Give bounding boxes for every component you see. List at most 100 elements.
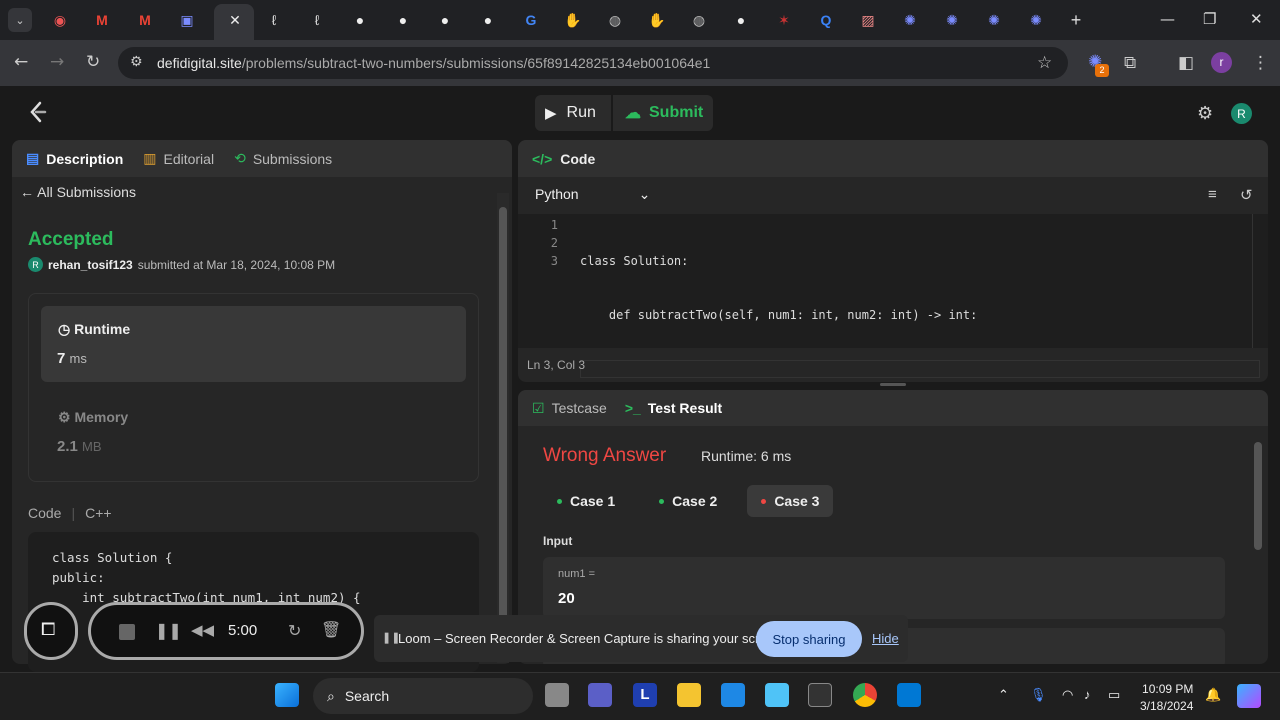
stop-sharing-button[interactable]: Stop sharing (756, 621, 862, 657)
loom-camera-button[interactable]: ⧠ (24, 602, 78, 660)
tab-gear-icon[interactable]: ✺ (984, 10, 1004, 30)
teams-icon[interactable] (588, 683, 612, 707)
language-select[interactable]: Python ⌄ (535, 186, 650, 203)
minimize-icon[interactable]: — (1160, 10, 1175, 28)
tab-test-result[interactable]: >_ Test Result (625, 400, 722, 416)
editor-code[interactable]: class Solution: def subtractTwo(self, nu… (580, 216, 1260, 382)
restore-icon[interactable]: ❐ (1203, 10, 1216, 28)
editor-line: def subtractTwo(self, num1: int, num2: i… (580, 308, 978, 322)
notepad-icon[interactable] (765, 683, 789, 707)
show-hidden-icons-icon[interactable]: ⌃ (998, 687, 1009, 703)
tab-close-icon[interactable]: ✕ (225, 10, 245, 30)
start-icon[interactable] (275, 683, 299, 707)
wifi-icon[interactable]: ◠ (1062, 687, 1073, 703)
tab-google-icon[interactable]: G (521, 10, 541, 30)
submitter-username[interactable]: rehan_tosif123 (48, 258, 133, 272)
extensions-puzzle-icon[interactable]: ⧉ (1124, 53, 1136, 73)
format-icon[interactable]: ≡ (1208, 186, 1217, 203)
taskbar-search[interactable]: ⌕ Search (313, 678, 533, 714)
site-logo-icon[interactable] (26, 100, 50, 124)
cursor-position: Ln 3, Col 3 (527, 358, 586, 372)
reload-icon[interactable]: ↻ (86, 52, 100, 72)
volume-icon[interactable]: ♪ (1084, 687, 1091, 702)
left-scrollbar[interactable] (497, 193, 509, 663)
tab-hand-icon[interactable]: ✋ (563, 10, 583, 30)
tab-testcase[interactable]: ☑ Testcase (532, 400, 607, 417)
notification-bell-icon[interactable]: 🔔 (1205, 687, 1221, 703)
case-tab-3[interactable]: Case 3 (747, 485, 834, 517)
tab-github-icon[interactable]: ● (478, 10, 498, 30)
result-scrollbar[interactable] (1252, 430, 1264, 660)
all-submissions-link[interactable]: ← All Submissions (20, 184, 136, 200)
tab-gear-icon[interactable]: ✺ (1026, 10, 1046, 30)
settings-gear-icon[interactable]: ⚙ (1197, 103, 1213, 124)
left-tabs: ▤ Description ▥ Editorial ⟲ Submissions (12, 140, 512, 177)
reset-icon[interactable]: ↺ (1240, 186, 1253, 204)
tab-record-icon[interactable]: ◉ (50, 10, 70, 30)
site-info-icon[interactable]: ⚙ (130, 54, 143, 70)
microphone-icon[interactable]: 🎙 (1030, 687, 1047, 703)
chevron-down-icon: ⌄ (638, 186, 651, 202)
new-tab-icon[interactable]: + (1066, 10, 1086, 30)
share-message: Loom – Screen Recorder & Screen Capture … (398, 631, 785, 646)
rewind-icon[interactable]: ◀◀ (191, 621, 214, 639)
recording-timer: 5:00 (228, 622, 258, 639)
task-view-icon[interactable] (545, 683, 569, 707)
code-label: Code (28, 505, 62, 521)
mail-icon[interactable] (721, 683, 745, 707)
tab-hand-icon[interactable]: ✋ (647, 10, 667, 30)
case-tab-2[interactable]: Case 2 (645, 485, 731, 517)
browser-menu-icon[interactable]: ⋮ (1252, 53, 1269, 73)
forward-icon[interactable]: → (50, 52, 64, 72)
restart-icon[interactable]: ↻ (288, 621, 301, 641)
tab-github-icon[interactable]: ● (731, 10, 751, 30)
tab-submissions[interactable]: ⟲ Submissions (234, 150, 332, 167)
tab-github-icon[interactable]: ● (435, 10, 455, 30)
trash-icon[interactable]: 🗑 (321, 620, 341, 640)
tab-description[interactable]: ▤ Description (26, 150, 123, 167)
tab-star-icon[interactable]: ✶ (774, 10, 794, 30)
tab-gear-icon[interactable]: ✺ (942, 10, 962, 30)
tab-search-button[interactable]: ⌄ (8, 8, 32, 32)
profile-avatar[interactable]: r (1211, 52, 1232, 73)
chrome-icon[interactable] (853, 683, 877, 707)
bookmark-star-icon[interactable]: ☆ (1037, 53, 1052, 73)
tab-chip-icon[interactable]: ▣ (177, 10, 197, 30)
tab-globe-icon[interactable]: ◍ (605, 10, 625, 30)
tab-q-icon[interactable]: Q (816, 10, 836, 30)
url-text[interactable]: defidigital.site/problems/subtract-two-n… (157, 55, 710, 71)
runtime-value: 7 ms (57, 350, 87, 367)
tab-gmail-icon[interactable]: M (92, 10, 112, 30)
tab-code-logo-icon[interactable]: ℓ (307, 10, 327, 30)
submission-status: Accepted (28, 229, 114, 250)
tab-gear-icon[interactable]: ✺ (900, 10, 920, 30)
run-button[interactable]: ▶ Run (535, 95, 611, 131)
close-window-icon[interactable]: ✕ (1250, 10, 1263, 28)
tab-editorial[interactable]: ▥ Editorial (143, 150, 214, 167)
tab-gmail-icon[interactable]: M (135, 10, 155, 30)
pause-icon[interactable]: ❚❚ (155, 621, 182, 641)
case-tab-1[interactable]: Case 1 (543, 485, 629, 517)
terminal-app-icon[interactable] (808, 683, 832, 707)
code-editor[interactable]: 123 class Solution: def subtractTwo(self… (518, 214, 1268, 378)
back-icon[interactable]: ← (14, 52, 28, 72)
vscode-icon[interactable] (897, 683, 921, 707)
system-clock[interactable]: 10:09 PM 3/18/2024 (1140, 681, 1193, 715)
submit-button[interactable]: ☁ Submit (613, 95, 713, 131)
file-explorer-icon[interactable] (677, 683, 701, 707)
stop-record-button[interactable] (119, 624, 135, 640)
user-avatar[interactable]: R (1231, 103, 1252, 124)
side-panel-icon[interactable]: ◧ (1178, 53, 1194, 73)
tab-globe-icon[interactable]: ◍ (689, 10, 709, 30)
tab-github-icon[interactable]: ● (350, 10, 370, 30)
panel-resize-handle[interactable] (880, 383, 906, 386)
runtime-card[interactable] (41, 306, 466, 382)
battery-icon[interactable]: ▭ (1108, 687, 1120, 703)
hide-link[interactable]: Hide (872, 631, 899, 646)
copilot-icon[interactable] (1237, 684, 1261, 708)
tab-github-icon[interactable]: ● (393, 10, 413, 30)
tab-image-icon[interactable]: ▨ (858, 10, 878, 30)
l-app-icon[interactable]: L (633, 683, 657, 707)
tab-code-logo-icon[interactable]: ℓ (264, 10, 284, 30)
editor-scrollbar[interactable] (1252, 214, 1266, 348)
